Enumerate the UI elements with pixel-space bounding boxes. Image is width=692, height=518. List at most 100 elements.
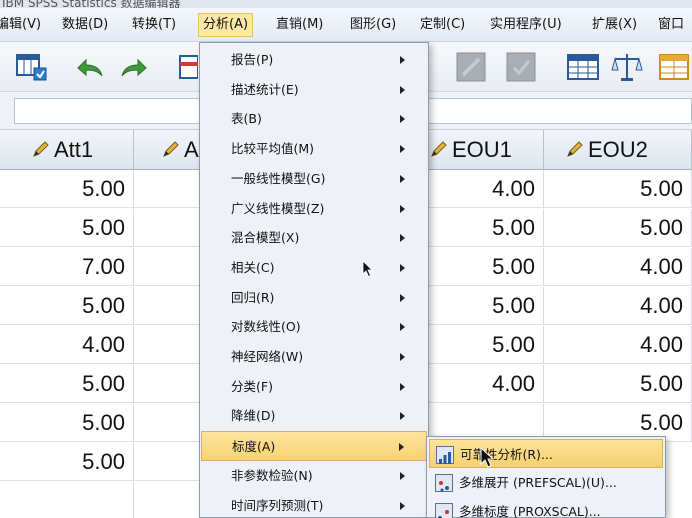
submenu-arrow-icon — [400, 145, 405, 154]
menu-extensions[interactable]: 扩展(X) — [588, 13, 641, 37]
menu-item-label: 比较平均值(M) — [231, 141, 315, 157]
submenu-arrow-icon — [400, 234, 405, 243]
grid-cell[interactable]: 5.00 — [428, 248, 544, 286]
menu-item-label: 混合模型(X) — [231, 230, 300, 246]
grid-cell[interactable]: 4.00 — [428, 170, 544, 208]
menu-item-generalized-linear-models[interactable]: 广义线性模型(Z) — [201, 194, 427, 224]
menu-item-label: 分类(F) — [231, 378, 273, 394]
open-data-icon[interactable] — [14, 50, 48, 84]
mouse-pointer-icon — [480, 446, 496, 469]
column-header-a[interactable]: A — [134, 130, 200, 170]
menu-item-reliability-analysis[interactable]: 可靠性分析(R)... — [429, 439, 663, 468]
grid-cell[interactable]: 5.00 — [0, 443, 134, 481]
disabled-tool-icon[interactable] — [454, 50, 488, 84]
grid-cell[interactable]: 5.00 — [428, 326, 544, 364]
menu-item-nonparametric-tests[interactable]: 非参数检验(N) — [201, 461, 427, 491]
submenu-arrow-icon — [400, 115, 405, 124]
menu-graphs[interactable]: 图形(G) — [346, 13, 400, 37]
grid-cell[interactable]: 5.00 — [0, 365, 134, 403]
analyze-menu: 报告(P) 描述统计(E) 表(B) 比较平均值(M) 一般线性模型(G) 广义… — [199, 42, 429, 518]
menu-item-correlate[interactable]: 相关(C) — [201, 253, 427, 283]
menu-item-label: 多维标度 (PROXSCAL)... — [459, 504, 601, 518]
pencil-icon — [32, 131, 50, 157]
pencil-icon — [162, 131, 180, 157]
menu-bar: 编辑(V) 数据(D) 转换(T) 分析(A) 直销(M) 图形(G) 定制(C… — [0, 8, 692, 42]
menu-item-label: 标度(A) — [232, 439, 276, 455]
grid-cell[interactable]: 5.00 — [544, 170, 692, 208]
grid-cell[interactable] — [134, 248, 200, 286]
menu-utilities[interactable]: 实用程序(U) — [486, 13, 566, 37]
scale-submenu: 可靠性分析(R)... 多维展开 (PREFSCAL)(U)... 多维标度 (… — [426, 436, 666, 518]
menu-item-label: 神经网络(W) — [231, 349, 304, 364]
menu-item-reports[interactable]: 报告(P) — [201, 45, 427, 75]
grid-cell[interactable]: 5.00 — [544, 209, 692, 247]
menu-item-loglinear[interactable]: 对数线性(O) — [201, 312, 427, 342]
menu-item-label: 降维(D) — [231, 408, 276, 424]
redo-icon[interactable] — [118, 50, 152, 84]
undo-icon[interactable] — [72, 50, 106, 84]
grid-cell[interactable]: 5.00 — [0, 209, 134, 247]
grid-cell[interactable]: 5.00 — [428, 209, 544, 247]
menu-item-scale[interactable]: 标度(A) — [201, 431, 427, 461]
submenu-arrow-icon — [400, 382, 405, 391]
grid-cell[interactable]: 5.00 — [0, 287, 134, 325]
grid-cell[interactable] — [134, 209, 200, 247]
grid-cell[interactable]: 5.00 — [428, 287, 544, 325]
menu-edit[interactable]: 编辑(V) — [0, 13, 45, 37]
variables-grid-icon[interactable] — [566, 50, 600, 84]
disabled-tool-2-icon[interactable] — [504, 50, 538, 84]
grid-cell[interactable]: 5.00 — [0, 170, 134, 208]
grid-cell[interactable]: 4.00 — [0, 326, 134, 364]
menu-transform[interactable]: 转换(T) — [128, 13, 180, 37]
column-header-att1[interactable]: Att1 — [0, 130, 134, 170]
menu-item-tables[interactable]: 表(B) — [201, 104, 427, 134]
grid-cell[interactable] — [134, 482, 200, 518]
grid-cell[interactable] — [134, 287, 200, 325]
menu-data[interactable]: 数据(D) — [58, 13, 112, 37]
grid-cell[interactable] — [134, 170, 200, 208]
submenu-arrow-icon — [400, 471, 405, 480]
column-header-eou2[interactable]: EOU2 — [544, 130, 692, 170]
grid-cell[interactable]: 5.00 — [0, 404, 134, 442]
menu-item-classify[interactable]: 分类(F) — [201, 372, 427, 402]
menu-item-proxscal[interactable]: 多维标度 (PROXSCAL)... — [429, 497, 663, 518]
pencil-icon — [566, 131, 584, 157]
menu-analyze[interactable]: 分析(A) — [198, 13, 254, 37]
grid-cell[interactable] — [0, 482, 134, 518]
grid-cell[interactable]: 4.00 — [428, 365, 544, 403]
submenu-arrow-icon — [400, 56, 405, 64]
submenu-arrow-icon — [400, 323, 405, 332]
menu-item-compare-means[interactable]: 比较平均值(M) — [201, 134, 427, 164]
pencil-icon — [430, 131, 448, 157]
submenu-arrow-icon — [400, 85, 405, 94]
window-title: IBM SPSS Statistics 数据编辑器 — [2, 0, 181, 8]
menu-item-dimension-reduction[interactable]: 降维(D) — [201, 401, 427, 431]
proxscal-icon — [435, 503, 453, 518]
menu-custom[interactable]: 定制(C) — [416, 13, 469, 37]
column-header-label: A — [184, 137, 199, 162]
grid-cell[interactable]: 5.00 — [544, 365, 692, 403]
menu-window[interactable]: 窗口 — [654, 13, 688, 37]
grid-cell[interactable]: 4.00 — [544, 326, 692, 364]
menu-item-label: 非参数检验(N) — [231, 467, 313, 483]
grid-cell[interactable] — [134, 404, 200, 442]
menu-item-label: 一般线性模型(G) — [231, 170, 326, 186]
grid-cell[interactable] — [134, 365, 200, 403]
grid-cell[interactable]: 4.00 — [544, 287, 692, 325]
split-file-icon[interactable] — [656, 50, 690, 84]
menu-item-neural-networks[interactable]: 神经网络(W) — [201, 342, 427, 372]
grid-cell[interactable]: 4.00 — [544, 248, 692, 286]
menu-item-regression[interactable]: 回归(R) — [201, 283, 427, 313]
weight-cases-icon[interactable] — [610, 50, 644, 84]
menu-direct-marketing[interactable]: 直销(M) — [272, 13, 327, 37]
grid-cell[interactable] — [134, 443, 200, 481]
menu-item-descriptive-statistics[interactable]: 描述统计(E) — [201, 75, 427, 105]
goto-case-icon[interactable] — [178, 50, 199, 84]
menu-item-prefscal[interactable]: 多维展开 (PREFSCAL)(U)... — [429, 468, 663, 497]
menu-item-mixed-models[interactable]: 混合模型(X) — [201, 223, 427, 253]
grid-cell[interactable]: 7.00 — [0, 248, 134, 286]
menu-item-time-series-forecasting[interactable]: 时间序列预测(T) — [201, 491, 427, 518]
grid-cell[interactable] — [134, 326, 200, 364]
menu-item-general-linear-model[interactable]: 一般线性模型(G) — [201, 164, 427, 194]
column-header-eou1[interactable]: EOU1 — [428, 130, 544, 170]
